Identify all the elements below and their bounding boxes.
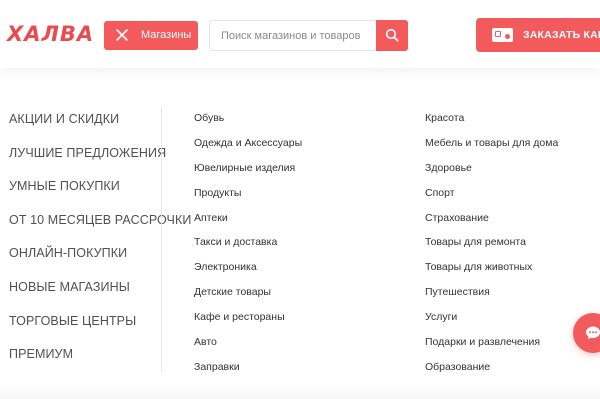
left-menu-item-online-purchases[interactable]: ОНЛАЙН-ПОКУПКИ (9, 242, 159, 276)
category-link[interactable]: Образование (425, 359, 558, 384)
left-menu-item-installments[interactable]: ОТ 10 МЕСЯЦЕВ РАССРОЧКИ (9, 209, 191, 243)
left-menu-item-promotions[interactable]: АКЦИИ И СКИДКИ (9, 108, 159, 142)
category-link[interactable]: Товары для животных (425, 259, 558, 284)
left-menu-item-premium[interactable]: ПРЕМИУМ (9, 343, 159, 377)
left-menu-item-new-stores[interactable]: НОВЫЕ МАГАЗИНЫ (9, 276, 159, 310)
stores-button-label: Магазины (141, 29, 192, 41)
search-button[interactable] (376, 20, 408, 51)
close-icon (114, 27, 130, 43)
category-link[interactable]: Кафе и рестораны (194, 309, 302, 334)
stores-button[interactable]: Магазины (104, 21, 198, 50)
category-link[interactable]: Мебель и товары для дома (425, 135, 558, 160)
category-link[interactable]: Аптеки (194, 210, 302, 235)
left-menu-item-shopping-centers[interactable]: ТОРГОВЫЕ ЦЕНТРЫ (9, 310, 159, 344)
header: ХАЛВА Магазины ЗАКАЗАТЬ КАРТУ (0, 0, 600, 68)
menu-divider (161, 107, 162, 372)
left-menu-item-best-offers[interactable]: ЛУЧШИЕ ПРЕДЛОЖЕНИЯ (9, 142, 166, 176)
order-card-button[interactable]: ЗАКАЗАТЬ КАРТУ (476, 18, 600, 52)
category-link[interactable]: Электроника (194, 259, 302, 284)
category-link[interactable]: Подарки и развлечения (425, 334, 558, 359)
order-card-label: ЗАКАЗАТЬ КАРТУ (523, 29, 600, 41)
category-link[interactable]: Спорт (425, 185, 558, 210)
left-menu-item-smart-purchases[interactable]: УМНЫЕ ПОКУПКИ (9, 175, 159, 209)
category-link[interactable]: Одежда и Аксессуары (194, 135, 302, 160)
card-icon (492, 28, 513, 42)
search-box (209, 20, 408, 51)
category-link[interactable]: Заправки (194, 359, 302, 384)
category-link[interactable]: Страхование (425, 210, 558, 235)
category-link[interactable]: Детские товары (194, 284, 302, 309)
categories-column-2: Красота Мебель и товары для дома Здоровь… (425, 110, 558, 384)
category-link[interactable]: Авто (194, 334, 302, 359)
bottom-shade (0, 385, 600, 399)
category-link[interactable]: Продукты (194, 185, 302, 210)
left-menu: АКЦИИ И СКИДКИ ЛУЧШИЕ ПРЕДЛОЖЕНИЯ УМНЫЕ … (9, 108, 191, 377)
chat-button[interactable] (573, 313, 600, 353)
category-link[interactable]: Товары для ремонта (425, 234, 558, 259)
category-link[interactable]: Здоровье (425, 160, 558, 185)
category-link[interactable]: Обувь (194, 110, 302, 135)
category-link[interactable]: Путешествия (425, 284, 558, 309)
search-input[interactable] (211, 22, 376, 49)
category-link[interactable]: Такси и доставка (194, 234, 302, 259)
category-link[interactable]: Красота (425, 110, 558, 135)
categories-column-1: Обувь Одежда и Аксессуары Ювелирные изде… (194, 110, 302, 384)
category-link[interactable]: Услуги (425, 309, 558, 334)
halva-logo[interactable]: ХАЛВА (7, 22, 94, 46)
category-link[interactable]: Ювелирные изделия (194, 160, 302, 185)
